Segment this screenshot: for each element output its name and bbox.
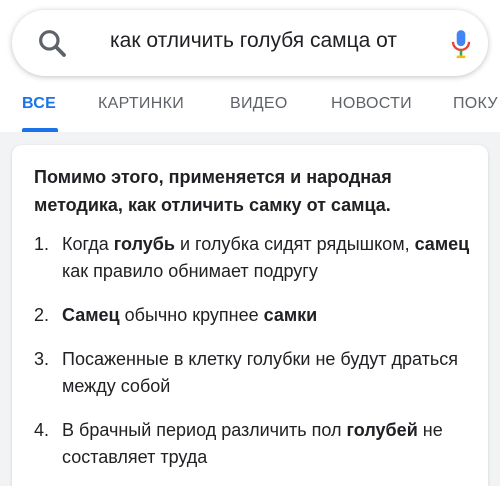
active-tab-indicator <box>22 128 58 132</box>
microphone-icon[interactable] <box>448 29 474 59</box>
list-item-number: 4. <box>34 420 50 440</box>
list-item-number: 1. <box>34 234 50 254</box>
list-item-text: как правило обнимает подругу <box>62 261 318 281</box>
list-item-text: В брачный период различить пол <box>62 420 347 440</box>
list-item: 2. Самец обычно крупнее самки <box>34 302 474 329</box>
list-item-bold-text: голубь <box>113 234 175 254</box>
list-item: 4. В брачный период различить пол голубей… <box>34 417 474 471</box>
header: как отличить голубя самца от ВСЕ КАРТИНК… <box>0 0 500 132</box>
snippet-list: 1. Когда голубь и голубка сидят рядышком,… <box>34 231 474 486</box>
list-item: 1. Когда голубь и голубка сидят рядышком,… <box>34 231 474 285</box>
tab-images[interactable]: КАРТИНКИ <box>98 95 184 113</box>
list-item-text: обычно крупнее <box>119 305 264 325</box>
list-item-number: 2. <box>34 305 50 325</box>
featured-snippet-card: Помимо этого, применяется и народная мет… <box>12 145 488 486</box>
list-item-bold-text: Самец <box>62 305 120 325</box>
tab-all[interactable]: ВСЕ <box>22 95 56 113</box>
list-item-bold-text: голубей <box>346 420 418 440</box>
tab-video[interactable]: ВИДЕО <box>230 95 288 113</box>
search-icon[interactable] <box>36 27 68 59</box>
list-item-bold-text: самки <box>263 305 318 325</box>
list-item-number: 3. <box>34 349 50 369</box>
search-input[interactable]: как отличить голубя самца от <box>110 29 406 53</box>
list-item-text: Когда <box>62 234 114 254</box>
list-item: 3. Посаженные в клетку голубки не будут д… <box>34 346 474 400</box>
list-item-bold-text: самец <box>414 234 470 254</box>
tab-news[interactable]: НОВОСТИ <box>331 95 412 113</box>
search-bar[interactable]: как отличить голубя самца от <box>12 10 488 76</box>
snippet-heading: Помимо этого, применяется и народная мет… <box>34 167 392 215</box>
search-tabs: ВСЕ КАРТИНКИ ВИДЕО НОВОСТИ ПОКУ <box>0 84 500 132</box>
list-item-text: Посаженные в клетку голубки не будут дра… <box>62 349 458 396</box>
list-item-text: и голубка сидят рядышком, <box>174 234 415 254</box>
tab-shopping[interactable]: ПОКУ <box>453 95 498 113</box>
